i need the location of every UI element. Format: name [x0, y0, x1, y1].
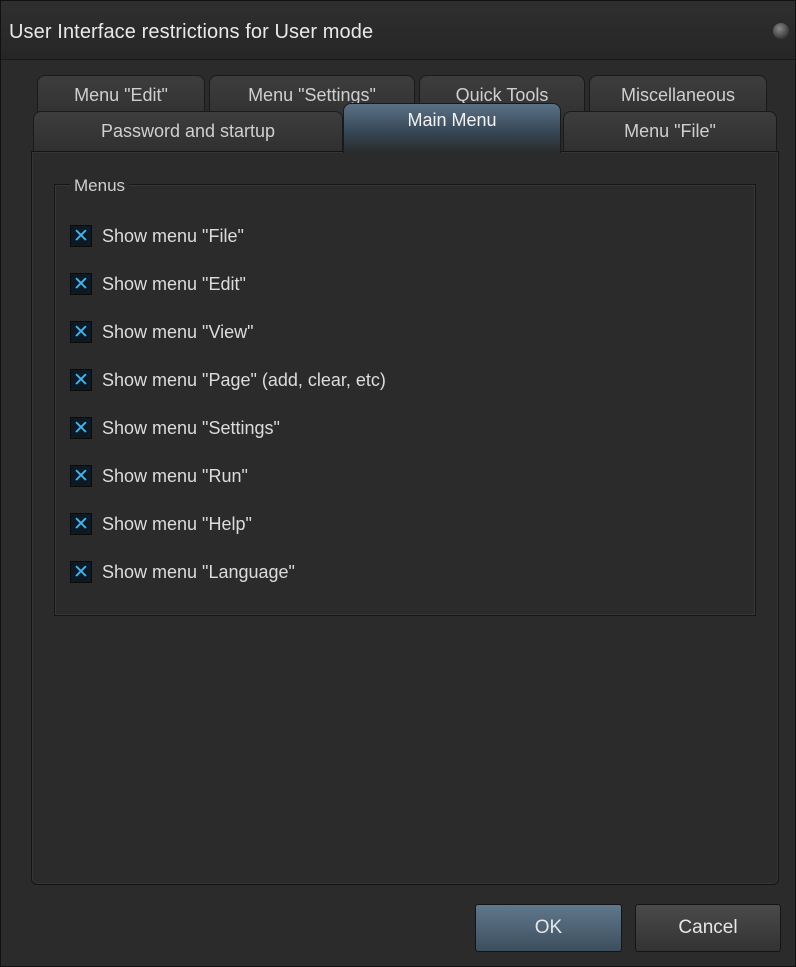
checkbox-label: Show menu "Run" [102, 465, 248, 486]
checkbox-label: Show menu "Edit" [102, 273, 246, 294]
tab-label: Main Menu [407, 110, 497, 130]
menus-group-legend: Menus [70, 176, 130, 196]
dialog-window: User Interface restrictions for User mod… [0, 0, 796, 967]
checkbox-box[interactable]: ✕ [70, 369, 92, 391]
tab-label: Quick Tools [455, 85, 549, 105]
tab-panel-main-menu: Menus ✕ Show menu "File" ✕ Show menu "Ed… [31, 151, 779, 885]
tab-label: Menu "Settings" [248, 85, 376, 105]
title-bar[interactable]: User Interface restrictions for User mod… [1, 1, 795, 60]
ok-button[interactable]: OK [475, 904, 622, 952]
check-mark-icon: ✕ [73, 224, 89, 247]
checkbox-show-menu-help[interactable]: ✕ Show menu "Help" [70, 512, 252, 536]
tab-label: Miscellaneous [620, 85, 736, 105]
tab-label: Menu "File" [624, 121, 716, 141]
check-mark-icon: ✕ [73, 320, 89, 343]
tab-label: Password and startup [100, 121, 276, 141]
checkbox-show-menu-run[interactable]: ✕ Show menu "Run" [70, 464, 248, 488]
cancel-button[interactable]: Cancel [635, 904, 781, 952]
check-mark-icon: ✕ [73, 560, 89, 583]
checkbox-box[interactable]: ✕ [70, 513, 92, 535]
checkbox-label: Show menu "File" [102, 225, 244, 246]
checkbox-box[interactable]: ✕ [70, 417, 92, 439]
check-mark-icon: ✕ [73, 368, 89, 391]
checkbox-label: Show menu "Help" [102, 513, 252, 534]
checkbox-show-menu-view[interactable]: ✕ Show menu "View" [70, 320, 254, 344]
check-mark-icon: ✕ [73, 416, 89, 439]
checkbox-box[interactable]: ✕ [70, 273, 92, 295]
checkbox-show-menu-settings[interactable]: ✕ Show menu "Settings" [70, 416, 280, 440]
tab-label: Menu "Edit" [74, 85, 168, 105]
checkbox-show-menu-file[interactable]: ✕ Show menu "File" [70, 224, 244, 248]
tab-menu-file[interactable]: Menu "File" [563, 111, 777, 151]
window-title: User Interface restrictions for User mod… [9, 21, 374, 43]
checkbox-box[interactable]: ✕ [70, 465, 92, 487]
tab-password-and-startup[interactable]: Password and startup [33, 111, 343, 151]
checkbox-label: Show menu "Settings" [102, 417, 280, 438]
checkbox-label: Show menu "Page" (add, clear, etc) [102, 369, 386, 390]
checkbox-box[interactable]: ✕ [70, 561, 92, 583]
check-mark-icon: ✕ [73, 272, 89, 295]
checkbox-show-menu-page[interactable]: ✕ Show menu "Page" (add, clear, etc) [70, 368, 386, 392]
checkbox-box[interactable]: ✕ [70, 321, 92, 343]
tab-strip: Menu "Edit" Menu "Settings" Quick Tools … [1, 59, 795, 153]
tab-main-menu[interactable]: Main Menu [343, 103, 561, 153]
check-mark-icon: ✕ [73, 512, 89, 535]
checkbox-box[interactable]: ✕ [70, 225, 92, 247]
checkbox-label: Show menu "Language" [102, 561, 295, 582]
window-orb-icon[interactable] [773, 23, 789, 39]
checkbox-label: Show menu "View" [102, 321, 254, 342]
menus-groupbox [54, 184, 756, 616]
check-mark-icon: ✕ [73, 464, 89, 487]
checkbox-show-menu-language[interactable]: ✕ Show menu "Language" [70, 560, 295, 584]
checkbox-show-menu-edit[interactable]: ✕ Show menu "Edit" [70, 272, 246, 296]
